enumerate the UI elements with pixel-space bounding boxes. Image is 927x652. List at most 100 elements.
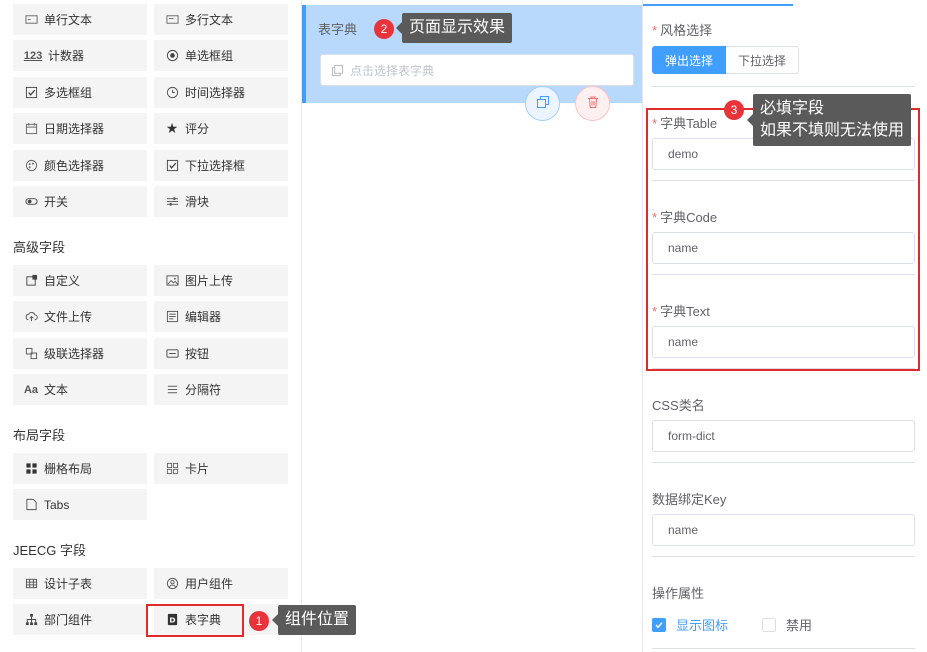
grid-icon: [24, 462, 38, 476]
palette-item-subtable[interactable]: 设计子表: [13, 568, 147, 599]
palette-item-label: 评分: [185, 122, 210, 136]
palette-item-label: 下拉选择框: [185, 159, 246, 173]
delete-button[interactable]: [575, 86, 610, 121]
palette-item-label: 自定义: [44, 274, 81, 288]
style-radio-group: 弹出选择 下拉选择: [652, 46, 800, 74]
annotation-tooltip-2: 页面显示效果: [395, 13, 513, 43]
user-icon: [165, 577, 179, 591]
palette-item-tabs[interactable]: Tabs: [13, 489, 147, 520]
slider-icon: [165, 195, 179, 209]
radio-icon: [165, 49, 179, 63]
palette-item-label: 图片上传: [185, 274, 234, 288]
palette-item-label: 分隔符: [185, 383, 222, 397]
separator: [652, 648, 915, 649]
separator: [652, 86, 915, 87]
bind-key-input[interactable]: name: [652, 514, 915, 546]
separator: [652, 462, 915, 463]
ops-label: 操作属性: [652, 586, 705, 601]
clock-icon: [165, 86, 179, 100]
palette-item-label: 多选框组: [44, 86, 93, 100]
palette-item-label: 级联选择器: [44, 347, 105, 361]
editor-icon: [165, 310, 179, 324]
palette-item-grid[interactable]: 栅格布局: [13, 453, 147, 484]
palette-icon: [24, 159, 38, 173]
annotation-badge-3: 3: [724, 100, 744, 120]
palette-item-label: Tabs: [44, 497, 70, 512]
palette-item-editor[interactable]: 编辑器: [154, 301, 288, 332]
image-icon: [165, 274, 179, 288]
palette-item-text[interactable]: Aa 文本: [13, 374, 147, 405]
text-icon: Aa: [23, 383, 39, 396]
show-icon-checkbox[interactable]: 显示图标: [652, 615, 728, 634]
palette-item-label: 单行文本: [44, 13, 93, 27]
textarea-icon: [165, 13, 179, 27]
annotation-tooltip-3-line2: 如果不填则无法使用: [760, 122, 905, 139]
checkbox-checked-icon: [652, 617, 666, 632]
checkbox-unchecked-icon: [762, 617, 776, 632]
palette-item-card[interactable]: 卡片: [154, 453, 288, 484]
palette-item-label: 设计子表: [44, 577, 93, 591]
table-dict-placeholder: 点击选择表字典: [350, 63, 435, 78]
upload-icon: [24, 310, 38, 324]
switch-icon: [24, 195, 38, 209]
palette-item-button[interactable]: 按钮: [154, 338, 288, 369]
palette-item-label: 滑块: [185, 195, 210, 209]
style-option-dropdown[interactable]: 下拉选择: [726, 46, 800, 74]
checkbox-icon: [24, 86, 38, 100]
css-class-input[interactable]: form-dict: [652, 420, 915, 452]
palette-item-date[interactable]: 日期选择器: [13, 113, 147, 144]
calendar-icon: [24, 122, 38, 136]
select-icon: [165, 159, 179, 173]
form-canvas: 表字典 点击选择表字典: [302, 0, 642, 652]
palette-item-color[interactable]: 颜色选择器: [13, 150, 147, 181]
palette-item-dept[interactable]: 部门组件: [13, 604, 147, 635]
palette-item-label: 用户组件: [185, 577, 234, 591]
section-title-advanced: 高级字段: [13, 240, 66, 255]
copy-icon: [536, 95, 550, 112]
divider-icon: [165, 383, 179, 397]
bind-key-label: 数据绑定Key: [652, 492, 727, 507]
style-select-label: * 风格选择: [652, 23, 713, 38]
palette-item-select[interactable]: 下拉选择框: [154, 150, 288, 181]
disabled-checkbox[interactable]: 禁用: [762, 615, 812, 634]
annotation-badge-2: 2: [374, 19, 394, 39]
annotation-badge-1: 1: [249, 611, 269, 631]
palette-item-time[interactable]: 时间选择器: [154, 77, 288, 108]
palette-item-label: 开关: [44, 195, 69, 209]
palette-item-label: 卡片: [185, 462, 210, 476]
palette-item-slider[interactable]: 滑块: [154, 186, 288, 217]
palette-item-radio[interactable]: 单选框组: [154, 40, 288, 71]
palette-item-label: 计数器: [48, 49, 85, 63]
trash-icon: [586, 95, 600, 112]
palette-item-textarea[interactable]: 多行文本: [154, 4, 288, 35]
palette-item-file-upload[interactable]: 文件上传: [13, 301, 147, 332]
palette-item-counter[interactable]: 123 计数器: [13, 40, 147, 71]
palette-item-image-upload[interactable]: 图片上传: [154, 265, 288, 296]
palette-item-rate[interactable]: ★ 评分: [154, 113, 288, 144]
show-icon-label: 显示图标: [676, 618, 729, 633]
annotation-box-required: [646, 108, 920, 371]
table-dict-input[interactable]: 点击选择表字典: [320, 54, 634, 86]
palette-item-label: 编辑器: [185, 310, 222, 324]
cascader-icon: [24, 347, 38, 361]
css-class-label: CSS类名: [652, 398, 705, 413]
palette-item-label: 日期选择器: [44, 122, 105, 136]
annotation-tooltip-3: 必填字段 如果不填则无法使用: [746, 94, 912, 146]
palette-item-divider[interactable]: 分隔符: [154, 374, 288, 405]
palette-item-custom[interactable]: 自定义: [13, 265, 147, 296]
card-icon: [165, 462, 179, 476]
input-icon: [24, 13, 38, 27]
palette-item-checkbox[interactable]: 多选框组: [13, 77, 147, 108]
palette-item-label: 单选框组: [185, 49, 234, 63]
palette-item-user[interactable]: 用户组件: [154, 568, 288, 599]
copy-select-icon: [331, 64, 344, 77]
palette-item-input[interactable]: 单行文本: [13, 4, 147, 35]
palette-item-switch[interactable]: 开关: [13, 186, 147, 217]
tabs-icon: [24, 498, 38, 512]
component-palette: 单行文本 多行文本 123 计数器 单选框组 多选框组 时间选择器 日期选择器 …: [0, 0, 301, 652]
palette-item-cascader[interactable]: 级联选择器: [13, 338, 147, 369]
annotation-box-component: [146, 604, 244, 637]
style-option-popup[interactable]: 弹出选择: [652, 46, 727, 74]
copy-button[interactable]: [525, 86, 560, 121]
section-title-layout: 布局字段: [13, 428, 66, 443]
